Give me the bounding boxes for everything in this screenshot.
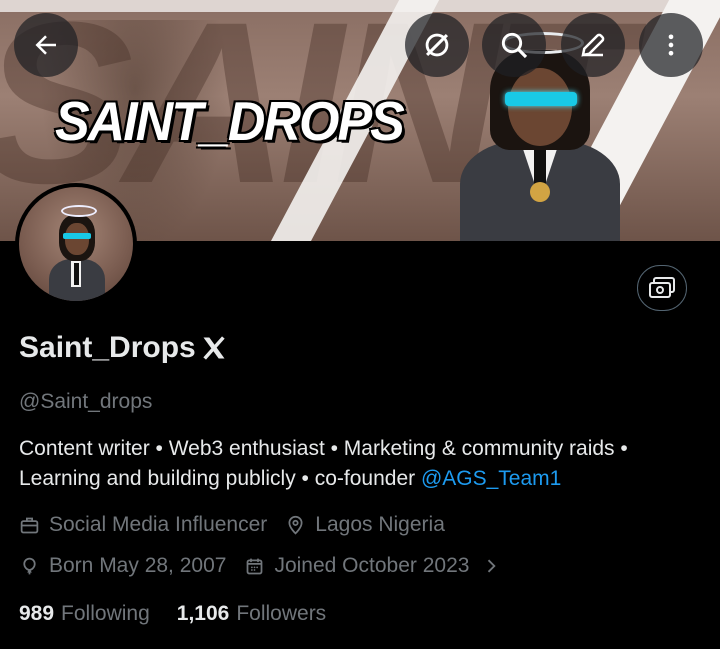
search-button[interactable] bbox=[482, 13, 546, 77]
joined-item[interactable]: Joined October 2023 bbox=[244, 554, 501, 578]
display-name-row: Saint_Drops bbox=[19, 331, 228, 365]
category-item: Social Media Influencer bbox=[19, 513, 267, 537]
avatar-image bbox=[19, 187, 133, 301]
location-item: Lagos Nigeria bbox=[285, 513, 445, 537]
location-text: Lagos Nigeria bbox=[315, 513, 445, 536]
profile-meta-row: Social Media Influencer Lagos Nigeria bbox=[19, 513, 463, 537]
search-icon bbox=[501, 32, 528, 59]
birthday-item: Born May 28, 2007 bbox=[19, 554, 226, 578]
profile-meta-row: Born May 28, 2007 Joined October 2023 bbox=[19, 554, 519, 578]
balloon-icon bbox=[23, 557, 36, 574]
x-badge-icon[interactable] bbox=[200, 334, 228, 362]
category-text: Social Media Influencer bbox=[49, 513, 268, 536]
user-handle: @Saint_drops bbox=[19, 390, 153, 413]
pencil-icon bbox=[581, 33, 605, 57]
following-count: 989 bbox=[19, 602, 55, 625]
card-icon bbox=[649, 277, 675, 298]
arrow-left-icon bbox=[35, 35, 56, 55]
banner-title: SAINT_DROPS bbox=[55, 91, 405, 153]
edit-button[interactable] bbox=[561, 13, 625, 77]
bio-mention-link[interactable]: @AGS_Team1 bbox=[421, 467, 561, 490]
joined-text: Joined October 2023 bbox=[274, 554, 470, 577]
followers-count: 1,106 bbox=[176, 602, 230, 625]
back-button[interactable] bbox=[14, 13, 78, 77]
more-vertical-icon bbox=[668, 34, 674, 56]
calendar-icon bbox=[247, 558, 263, 574]
grok-slash-icon bbox=[425, 33, 449, 57]
card-button[interactable] bbox=[637, 265, 687, 311]
briefcase-icon bbox=[20, 517, 39, 533]
following-link[interactable]: 989 Following bbox=[19, 602, 150, 626]
display-name: Saint_Drops bbox=[19, 331, 196, 364]
avatar[interactable] bbox=[15, 183, 137, 305]
birthday-text: Born May 28, 2007 bbox=[49, 554, 227, 577]
bio: Content writer • Web3 enthusiast • Marke… bbox=[19, 434, 709, 494]
following-label: Following bbox=[61, 602, 150, 625]
location-pin-icon bbox=[288, 515, 303, 535]
grok-button[interactable] bbox=[405, 13, 469, 77]
followers-link[interactable]: 1,106 Followers bbox=[177, 602, 326, 626]
more-options-button[interactable] bbox=[639, 13, 703, 77]
follow-counts: 989 Following 1,106 Followers bbox=[19, 602, 353, 626]
followers-label: Followers bbox=[236, 602, 327, 625]
chevron-right-icon[interactable] bbox=[481, 556, 501, 576]
